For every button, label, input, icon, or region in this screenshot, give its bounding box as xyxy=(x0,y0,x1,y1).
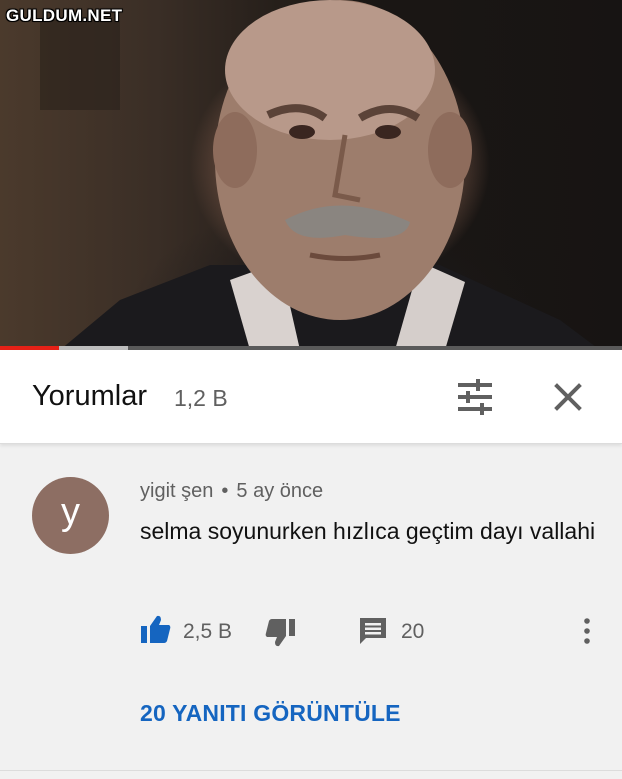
divider xyxy=(0,770,622,771)
sort-filter-icon[interactable] xyxy=(456,378,494,416)
meta-separator: • xyxy=(221,480,229,502)
comment-time: 5 ay önce xyxy=(236,480,324,502)
comment-meta: yigit şen • 5 ay önce xyxy=(140,480,323,503)
reply-count: 20 xyxy=(401,620,425,643)
comment-author[interactable]: yigit şen xyxy=(140,480,213,502)
comments-count: 1,2 B xyxy=(174,385,228,411)
comments-title: Yorumlar xyxy=(32,380,147,412)
thumbs-down-icon[interactable] xyxy=(264,618,296,648)
avatar[interactable]: y xyxy=(32,477,109,554)
close-icon[interactable] xyxy=(553,382,583,412)
thumbs-up-icon[interactable] xyxy=(140,614,172,644)
comment-actions: 2,5 B 20 xyxy=(140,612,600,648)
more-vert-icon[interactable] xyxy=(578,616,596,646)
like-count: 2,5 B xyxy=(183,620,233,643)
comment-text: selma soyunurken hızlıca geçtim dayı val… xyxy=(140,518,596,544)
video-player[interactable]: GULDUM.NET xyxy=(0,0,622,350)
comments-header: Yorumlar 1,2 B xyxy=(0,350,622,444)
comment-icon[interactable] xyxy=(358,616,388,646)
view-replies-button[interactable]: 20 YANITI GÖRÜNTÜLE xyxy=(140,700,401,727)
video-frame xyxy=(40,0,600,350)
watermark-logo: GULDUM.NET xyxy=(6,6,123,25)
